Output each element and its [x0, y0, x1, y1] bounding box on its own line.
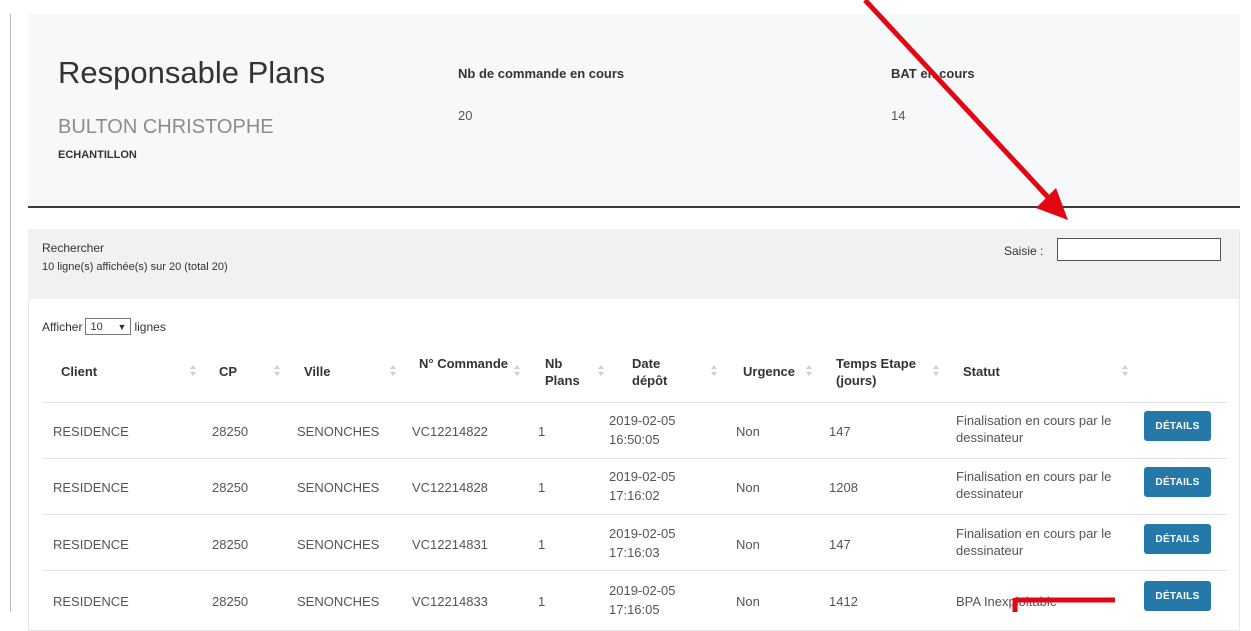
stat-bat-value: 14	[891, 108, 906, 123]
sort-icon[interactable]	[273, 364, 281, 378]
user-name: BULTON CHRISTOPHE	[58, 116, 274, 138]
cell-statut: Finalisation en cours par le dessinateur	[956, 413, 1112, 445]
chevron-down-icon: ▼	[117, 321, 127, 332]
stat-orders-label: Nb de commande en cours	[458, 66, 625, 81]
column-header-client[interactable]: Client	[61, 363, 97, 380]
cell-commande: VC12214822	[412, 424, 488, 439]
cell-date: 2019-02-05	[609, 583, 676, 598]
cell-cp: 28250	[212, 480, 249, 495]
page-length-control: Afficher 10 ▼ lignes	[42, 318, 166, 335]
page-length-prefix: Afficher	[42, 319, 83, 334]
details-button[interactable]: DÉTAILS	[1144, 581, 1211, 611]
cell-statut: Finalisation en cours par le dessinateur	[956, 526, 1112, 558]
cell-ville: SENONCHES	[297, 537, 380, 552]
cell-nb-plans: 1	[538, 480, 546, 495]
column-header-commande[interactable]: N° Commande	[419, 355, 509, 372]
sort-icon[interactable]	[389, 364, 397, 378]
cell-temps: 1208	[829, 480, 858, 495]
sort-icon[interactable]	[1121, 364, 1129, 378]
details-button[interactable]: DÉTAILS	[1144, 411, 1211, 441]
details-button[interactable]: DÉTAILS	[1144, 467, 1211, 497]
cell-commande: VC12214828	[412, 480, 488, 495]
cell-cp: 28250	[212, 537, 249, 552]
sort-icon[interactable]	[597, 364, 605, 378]
search-result-count: 10 ligne(s) affichée(s) sur 20 (total 20…	[42, 261, 228, 273]
sort-icon[interactable]	[805, 364, 813, 378]
sort-icon[interactable]	[932, 364, 940, 378]
cell-nb-plans: 1	[538, 594, 546, 609]
page-length-suffix: lignes	[134, 319, 166, 334]
cell-nb-plans: 1	[538, 424, 546, 439]
cell-ville: SENONCHES	[297, 594, 380, 609]
cell-client: RESIDENCE	[53, 480, 129, 495]
sort-icon[interactable]	[513, 364, 521, 378]
left-border	[10, 14, 11, 612]
sort-icon[interactable]	[710, 364, 718, 378]
cell-date: 2019-02-05	[609, 526, 676, 541]
details-button[interactable]: DÉTAILS	[1144, 524, 1211, 554]
page-length-select[interactable]: 10 ▼	[85, 318, 132, 335]
cell-urgence: Non	[736, 480, 760, 495]
user-department: ECHANTILLON	[58, 149, 137, 161]
sort-icon[interactable]	[189, 364, 197, 378]
cell-date: 2019-02-05	[609, 469, 676, 484]
search-title: Rechercher	[42, 241, 105, 255]
column-header-cp[interactable]: CP	[219, 363, 237, 380]
cell-cp: 28250	[212, 594, 249, 609]
cell-urgence: Non	[736, 594, 760, 609]
cell-urgence: Non	[736, 537, 760, 552]
page-title: Responsable Plans	[58, 55, 326, 90]
cell-client: RESIDENCE	[53, 594, 129, 609]
column-header-date[interactable]: Date dépôt	[632, 355, 682, 389]
stat-bat-label: BAT en cours	[891, 66, 975, 81]
column-header-nb-plans[interactable]: Nb Plans	[545, 355, 585, 389]
cell-urgence: Non	[736, 424, 760, 439]
cell-client: RESIDENCE	[53, 537, 129, 552]
search-input[interactable]	[1057, 238, 1221, 261]
cell-commande: VC12214833	[412, 594, 488, 609]
cell-temps: 1412	[829, 594, 858, 609]
cell-time: 16:50:05	[609, 432, 660, 447]
cell-nb-plans: 1	[538, 537, 546, 552]
search-input-label: Saisie :	[1004, 244, 1044, 258]
header-panel	[28, 14, 1240, 207]
cell-time: 17:16:02	[609, 488, 660, 503]
column-header-urgence[interactable]: Urgence	[743, 363, 795, 380]
cell-statut: BPA Inexploitable	[956, 594, 1057, 609]
column-header-statut[interactable]: Statut	[963, 363, 1000, 380]
column-header-temps[interactable]: Temps Etape (jours)	[836, 355, 932, 389]
cell-statut: Finalisation en cours par le dessinateur	[956, 469, 1112, 501]
cell-commande: VC12214831	[412, 537, 488, 552]
cell-time: 17:16:05	[609, 602, 660, 617]
cell-client: RESIDENCE	[53, 424, 129, 439]
column-header-ville[interactable]: Ville	[304, 363, 331, 380]
cell-cp: 28250	[212, 424, 249, 439]
cell-temps: 147	[829, 424, 851, 439]
cell-temps: 147	[829, 537, 851, 552]
stat-orders-value: 20	[458, 108, 473, 123]
cell-ville: SENONCHES	[297, 424, 380, 439]
header-divider	[28, 206, 1240, 208]
cell-time: 17:16:03	[609, 545, 660, 560]
page-length-value: 10	[90, 320, 103, 333]
cell-ville: SENONCHES	[297, 480, 380, 495]
cell-date: 2019-02-05	[609, 413, 676, 428]
